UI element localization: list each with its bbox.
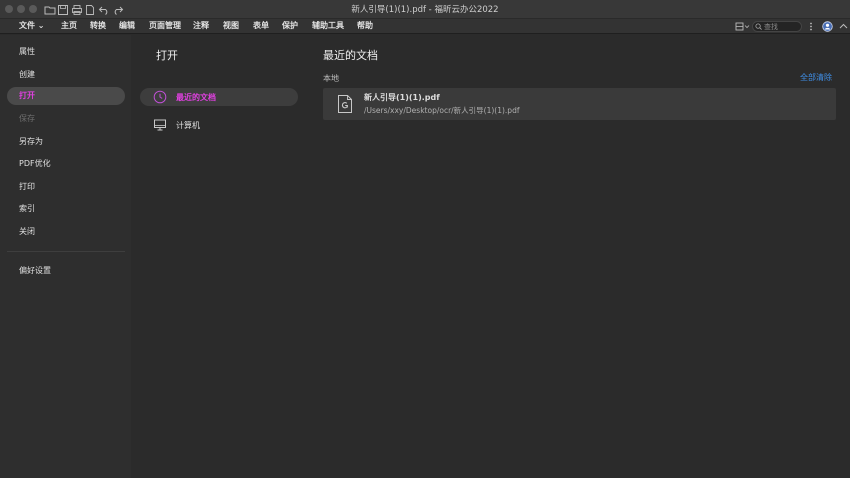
menu-accessibility-tools[interactable]: 辅助工具 (312, 20, 344, 31)
sidebar-item-index[interactable]: 索引 (19, 203, 35, 214)
computer-label: 计算机 (176, 121, 200, 130)
open-options-panel: 打开 最近的文档 计算机 (131, 35, 310, 478)
monitor-icon (154, 119, 166, 131)
menu-file[interactable]: 文件 ⌄ (19, 20, 45, 31)
sidebar-item-save-as[interactable]: 另存为 (19, 136, 43, 147)
clock-icon (153, 90, 167, 104)
window-title: 新人引导(1)(1).pdf - 福昕云办公2022 (351, 5, 499, 15)
more-options-icon[interactable] (807, 21, 815, 32)
clear-all-link[interactable]: 全部清除 (800, 72, 832, 83)
menu-page-management[interactable]: 页面管理 (149, 20, 181, 31)
search-input[interactable] (764, 22, 800, 31)
sidebar-item-print[interactable]: 打印 (19, 181, 35, 192)
sidebar-item-properties[interactable]: 属性 (19, 46, 35, 57)
sidebar-item-open-label: 打开 (19, 91, 35, 100)
sidebar-divider (7, 251, 125, 252)
file-backstage-sidebar: 属性 创建 打开 保存 另存为 PDF优化 打印 索引 关闭 偏好设置 (0, 35, 131, 478)
menu-edit[interactable]: 编辑 (119, 20, 135, 31)
menu-home[interactable]: 主页 (61, 20, 77, 31)
recent-documents-title: 最近的文档 (323, 49, 378, 62)
recent-file-name: 新人引导(1)(1).pdf (364, 93, 440, 102)
title-bar: 新人引导(1)(1).pdf - 福昕云办公2022 (0, 0, 850, 19)
layout-toggle-icon[interactable] (735, 21, 750, 32)
recent-documents-label: 最近的文档 (176, 93, 216, 102)
menu-bar: 文件 ⌄ 主页 转换 编辑 页面管理 注释 视图 表单 保护 辅助工具 帮助 (0, 19, 850, 34)
sidebar-item-open[interactable]: 打开 (7, 87, 125, 105)
recent-file-item[interactable]: 新人引导(1)(1).pdf /Users/xxy/Desktop/ocr/新人… (323, 88, 836, 120)
search-box[interactable] (752, 21, 802, 32)
menu-comment[interactable]: 注释 (193, 20, 209, 31)
recent-file-path: /Users/xxy/Desktop/ocr/新人引导(1)(1).pdf (364, 106, 520, 115)
account-avatar-icon[interactable] (822, 21, 833, 32)
menu-form[interactable]: 表单 (253, 20, 269, 31)
pdf-file-icon (338, 95, 352, 113)
menu-convert[interactable]: 转换 (90, 20, 106, 31)
sidebar-item-pdf-optimize[interactable]: PDF优化 (19, 158, 51, 169)
sidebar-item-save: 保存 (19, 114, 35, 123)
sidebar-item-preferences[interactable]: 偏好设置 (19, 265, 51, 276)
search-icon (755, 23, 762, 30)
open-option-recent-documents[interactable]: 最近的文档 (140, 88, 298, 106)
menu-protect[interactable]: 保护 (282, 20, 298, 31)
open-panel-title: 打开 (156, 49, 178, 62)
menu-help[interactable]: 帮助 (357, 20, 373, 31)
local-section-label: 本地 (323, 74, 339, 83)
recent-documents-view: 最近的文档 本地 全部清除 新人引导(1)(1).pdf /Users/xxy/… (310, 35, 850, 478)
open-option-computer[interactable]: 计算机 (140, 116, 298, 134)
menu-view[interactable]: 视图 (223, 20, 239, 31)
sidebar-item-close[interactable]: 关闭 (19, 226, 35, 237)
collapse-ribbon-icon[interactable] (838, 21, 849, 32)
sidebar-item-create[interactable]: 创建 (19, 69, 35, 80)
